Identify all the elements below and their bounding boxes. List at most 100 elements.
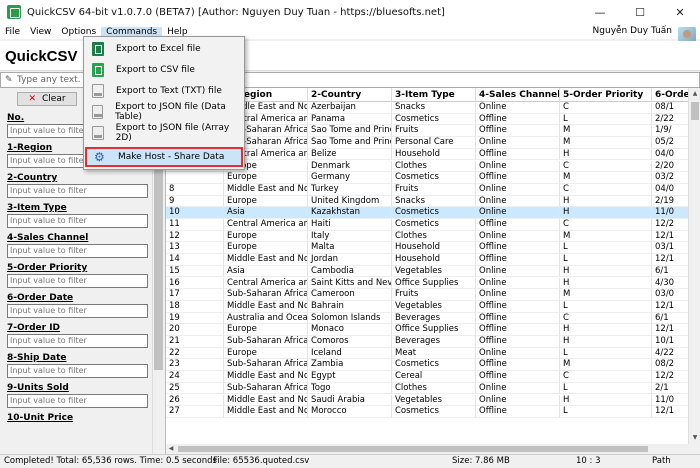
table-cell[interactable]: Italy [308, 230, 392, 243]
table-cell[interactable]: Middle East and No... [224, 254, 308, 266]
table-cell[interactable]: Online [476, 265, 560, 278]
filter-input[interactable]: Input value to filter [7, 244, 148, 258]
table-row[interactable]: 8Middle East and No...TurkeyFruitsOnline… [166, 183, 700, 196]
filter-input[interactable]: Input value to filter [7, 274, 148, 288]
table-row[interactable]: 26Middle East and No...Saudi ArabiaVeget… [166, 394, 700, 407]
close-button[interactable]: ✕ [660, 0, 700, 24]
table-cell[interactable]: Haiti [308, 219, 392, 231]
table-cell[interactable]: Fruits [392, 183, 476, 196]
table-cell[interactable]: Sub-Saharan Africa [224, 289, 308, 301]
table-cell[interactable]: Belize [308, 148, 392, 161]
table-cell[interactable]: Sao Tome and Princ... [308, 137, 392, 149]
table-row[interactable]: 13 Europe Malta Household Offline L 03/1 [166, 242, 700, 255]
table-cell[interactable]: L [560, 406, 652, 418]
table-cell[interactable]: Fruits [392, 125, 476, 138]
table-cell[interactable]: Togo [308, 382, 392, 395]
table-cell[interactable]: 16 [166, 277, 224, 290]
table-cell[interactable]: Saudi Arabia [308, 394, 392, 407]
table-row[interactable]: 21 Sub-Saharan Africa Comoros Beverages Offl… [166, 336, 700, 348]
table-cell[interactable]: M [560, 230, 652, 243]
table-cell[interactable]: 26 [166, 394, 224, 407]
table-cell[interactable]: 18 [166, 300, 224, 313]
table-cell[interactable]: Europe [224, 230, 308, 243]
table-cell[interactable]: 12 [166, 230, 224, 243]
table-cell[interactable]: Online [476, 230, 560, 243]
table-row[interactable]: 27Middle East and No...MoroccoCosmeticsO… [166, 406, 700, 418]
table-cell[interactable]: Malta [308, 242, 392, 255]
table-cell[interactable]: H [560, 148, 652, 161]
table-cell[interactable]: Asia [224, 265, 308, 278]
table-cell[interactable]: Fruits [392, 289, 476, 301]
table-cell[interactable]: Offline [476, 371, 560, 383]
table-row[interactable]: Europe Germany Cosmetics Offline M 03/2 [166, 172, 700, 184]
table-row[interactable]: Sub-Saharan AfricaSao Tome and Princ...P… [166, 137, 700, 149]
table-cell[interactable]: Bahrain [308, 300, 392, 313]
menu-item-export-json-table[interactable]: Export to JSON file (Data Table) [85, 102, 243, 122]
table-cell[interactable]: Cameroon [308, 289, 392, 301]
table-cell[interactable]: Middle East and No... [224, 394, 308, 407]
table-cell[interactable]: Monaco [308, 324, 392, 336]
table-cell[interactable]: 27 [166, 406, 224, 418]
table-cell[interactable]: Meat [392, 347, 476, 360]
table-cell[interactable]: Europe [224, 195, 308, 208]
table-cell[interactable]: Offline [476, 125, 560, 138]
table-row[interactable]: 23 Sub-Saharan Africa Zambia Cosmetics Offli… [166, 359, 700, 372]
table-cell[interactable]: C [560, 102, 652, 114]
table-cell[interactable]: Europe [224, 347, 308, 360]
table-row[interactable]: 17 Sub-Saharan Africa Cameroon Fruits Online… [166, 289, 700, 301]
menu-view[interactable]: View [25, 27, 56, 37]
scroll-up-icon[interactable]: ▲ [689, 88, 700, 100]
table-cell[interactable]: United Kingdom [308, 195, 392, 208]
table-cell[interactable]: Snacks [392, 102, 476, 114]
table-row[interactable]: 9 Europe United Kingdom Snacks Online H 2/19 [166, 195, 700, 208]
menu-item-export-excel[interactable]: Export to Excel file [85, 39, 243, 59]
table-cell[interactable]: Offline [476, 148, 560, 161]
scroll-thumb[interactable] [691, 102, 699, 120]
scroll-left-icon[interactable]: ◀ [166, 444, 176, 454]
table-cell[interactable]: Sub-Saharan Africa [224, 359, 308, 372]
table-cell[interactable]: Germany [308, 172, 392, 184]
filter-input[interactable]: Input value to filter [7, 364, 148, 378]
menu-item-export-csv[interactable]: Export to CSV file [85, 60, 243, 80]
table-cell[interactable]: Asia [224, 207, 308, 219]
table-cell[interactable]: Australia and Oceania [224, 312, 308, 325]
table-cell[interactable]: 8 [166, 183, 224, 196]
table-row[interactable]: 11Central America an...HaitiCosmeticsOff… [166, 219, 700, 231]
table-cell[interactable]: Cosmetics [392, 172, 476, 184]
table-cell[interactable]: 17 [166, 289, 224, 301]
column-header[interactable]: 3-Item Type [392, 88, 476, 102]
table-cell[interactable]: Offline [476, 172, 560, 184]
table-cell[interactable]: Online [476, 137, 560, 149]
table-cell[interactable]: Cosmetics [392, 219, 476, 231]
table-cell[interactable]: Europe [224, 242, 308, 255]
table-cell[interactable]: Panama [308, 113, 392, 126]
clear-button[interactable]: ✕ Clear [17, 92, 77, 106]
table-row[interactable]: 20 Europe Monaco Office Supplies Offline H 12/… [166, 324, 700, 336]
maximize-button[interactable]: ☐ [620, 0, 660, 24]
table-cell[interactable]: Online [476, 394, 560, 407]
table-cell[interactable]: Azerbaijan [308, 102, 392, 114]
table-cell[interactable]: Sub-Saharan Africa [224, 336, 308, 348]
table-cell[interactable]: 13 [166, 242, 224, 255]
table-cell[interactable]: Offline [476, 219, 560, 231]
table-cell[interactable]: H [560, 195, 652, 208]
table-row[interactable]: 12 Europe Italy Clothes Online M 12/1 [166, 230, 700, 243]
table-cell[interactable]: Cosmetics [392, 113, 476, 126]
table-cell[interactable]: Middle East and No... [224, 371, 308, 383]
table-cell[interactable]: H [560, 394, 652, 407]
table-cell[interactable]: Online [476, 102, 560, 114]
table-row[interactable]: Central America an...PanamaCosmeticsOffl… [166, 113, 700, 126]
table-row[interactable]: 19Australia and OceaniaSolomon IslandsBe… [166, 312, 700, 325]
column-header[interactable]: 5-Order Priority [560, 88, 652, 102]
table-cell[interactable]: Online [476, 160, 560, 173]
table-cell[interactable]: Solomon Islands [308, 312, 392, 325]
table-cell[interactable]: Kazakhstan [308, 207, 392, 219]
table-cell[interactable]: 15 [166, 265, 224, 278]
table-cell[interactable]: Iceland [308, 347, 392, 360]
table-cell[interactable]: Vegetables [392, 300, 476, 313]
table-cell[interactable]: Middle East and No... [224, 183, 308, 196]
table-cell[interactable]: Clothes [392, 160, 476, 173]
table-cell[interactable]: Cereal [392, 371, 476, 383]
table-row[interactable]: 10 Asia Kazakhstan Cosmetics Online H 11/0 [166, 207, 700, 219]
table-row[interactable]: 14Middle East and No...JordanHouseholdOf… [166, 254, 700, 266]
